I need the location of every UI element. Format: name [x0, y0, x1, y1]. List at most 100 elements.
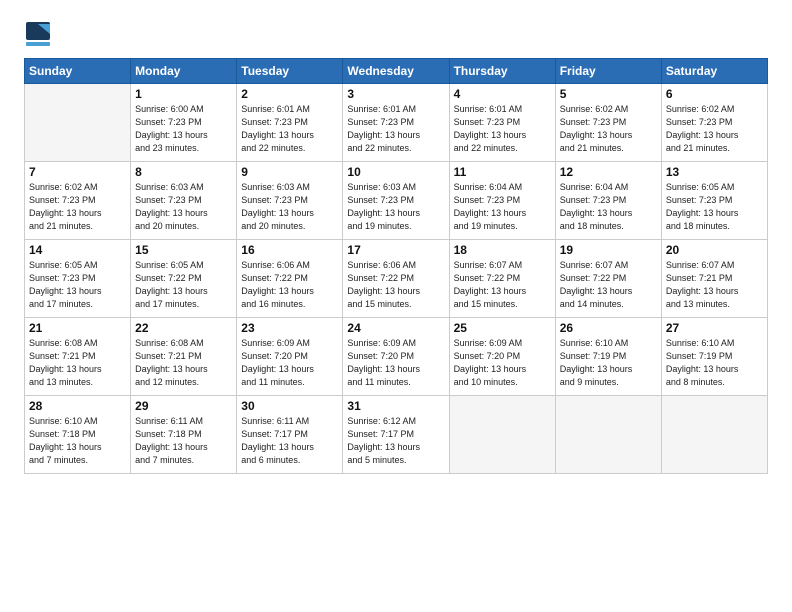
calendar-week-row: 21 Sunrise: 6:08 AM Sunset: 7:21 PM Dayli…: [25, 318, 768, 396]
day-number: 27: [666, 321, 763, 335]
calendar-cell: 27 Sunrise: 6:10 AM Sunset: 7:19 PM Dayli…: [661, 318, 767, 396]
day-number: 6: [666, 87, 763, 101]
day-number: 4: [454, 87, 551, 101]
day-number: 19: [560, 243, 657, 257]
weekday-header: Monday: [131, 59, 237, 84]
calendar-cell: [25, 84, 131, 162]
logo: [24, 20, 56, 48]
calendar-cell: 11 Sunrise: 6:04 AM Sunset: 7:23 PM Dayli…: [449, 162, 555, 240]
day-info: Sunrise: 6:09 AM Sunset: 7:20 PM Dayligh…: [454, 337, 551, 389]
day-info: Sunrise: 6:11 AM Sunset: 7:17 PM Dayligh…: [241, 415, 338, 467]
day-info: Sunrise: 6:08 AM Sunset: 7:21 PM Dayligh…: [29, 337, 126, 389]
calendar-week-row: 28 Sunrise: 6:10 AM Sunset: 7:18 PM Dayli…: [25, 396, 768, 474]
day-number: 18: [454, 243, 551, 257]
day-number: 21: [29, 321, 126, 335]
day-number: 24: [347, 321, 444, 335]
calendar-cell: 15 Sunrise: 6:05 AM Sunset: 7:22 PM Dayli…: [131, 240, 237, 318]
calendar-week-row: 1 Sunrise: 6:00 AM Sunset: 7:23 PM Daylig…: [25, 84, 768, 162]
day-info: Sunrise: 6:10 AM Sunset: 7:19 PM Dayligh…: [666, 337, 763, 389]
day-number: 28: [29, 399, 126, 413]
day-info: Sunrise: 6:03 AM Sunset: 7:23 PM Dayligh…: [135, 181, 232, 233]
day-number: 11: [454, 165, 551, 179]
calendar-cell: 25 Sunrise: 6:09 AM Sunset: 7:20 PM Dayli…: [449, 318, 555, 396]
day-number: 31: [347, 399, 444, 413]
weekday-header: Sunday: [25, 59, 131, 84]
day-info: Sunrise: 6:04 AM Sunset: 7:23 PM Dayligh…: [454, 181, 551, 233]
day-number: 26: [560, 321, 657, 335]
day-info: Sunrise: 6:04 AM Sunset: 7:23 PM Dayligh…: [560, 181, 657, 233]
calendar-cell: 18 Sunrise: 6:07 AM Sunset: 7:22 PM Dayli…: [449, 240, 555, 318]
day-info: Sunrise: 6:02 AM Sunset: 7:23 PM Dayligh…: [560, 103, 657, 155]
day-info: Sunrise: 6:10 AM Sunset: 7:18 PM Dayligh…: [29, 415, 126, 467]
day-number: 29: [135, 399, 232, 413]
day-info: Sunrise: 6:09 AM Sunset: 7:20 PM Dayligh…: [241, 337, 338, 389]
day-number: 15: [135, 243, 232, 257]
calendar-cell: 5 Sunrise: 6:02 AM Sunset: 7:23 PM Daylig…: [555, 84, 661, 162]
day-info: Sunrise: 6:07 AM Sunset: 7:22 PM Dayligh…: [454, 259, 551, 311]
page: SundayMondayTuesdayWednesdayThursdayFrid…: [0, 0, 792, 612]
calendar-cell: 17 Sunrise: 6:06 AM Sunset: 7:22 PM Dayli…: [343, 240, 449, 318]
day-info: Sunrise: 6:07 AM Sunset: 7:22 PM Dayligh…: [560, 259, 657, 311]
day-number: 14: [29, 243, 126, 257]
calendar-cell: 10Sunrise: 6:03 AM Sunset: 7:23 PM Dayli…: [343, 162, 449, 240]
header: [24, 20, 768, 48]
day-number: 3: [347, 87, 444, 101]
calendar-cell: 31 Sunrise: 6:12 AM Sunset: 7:17 PM Dayli…: [343, 396, 449, 474]
day-number: 12: [560, 165, 657, 179]
day-number: 8: [135, 165, 232, 179]
day-info: Sunrise: 6:02 AM Sunset: 7:23 PM Dayligh…: [666, 103, 763, 155]
day-number: 10: [347, 165, 444, 179]
day-number: 22: [135, 321, 232, 335]
day-info: Sunrise: 6:00 AM Sunset: 7:23 PM Dayligh…: [135, 103, 232, 155]
calendar-cell: 22Sunrise: 6:08 AM Sunset: 7:21 PM Dayli…: [131, 318, 237, 396]
day-info: Sunrise: 6:09 AM Sunset: 7:20 PM Dayligh…: [347, 337, 444, 389]
calendar-cell: 28 Sunrise: 6:10 AM Sunset: 7:18 PM Dayli…: [25, 396, 131, 474]
day-info: Sunrise: 6:05 AM Sunset: 7:22 PM Dayligh…: [135, 259, 232, 311]
calendar-cell: 12 Sunrise: 6:04 AM Sunset: 7:23 PM Dayli…: [555, 162, 661, 240]
day-number: 2: [241, 87, 338, 101]
day-info: Sunrise: 6:02 AM Sunset: 7:23 PM Dayligh…: [29, 181, 126, 233]
calendar-cell: 4Sunrise: 6:01 AM Sunset: 7:23 PM Daylig…: [449, 84, 555, 162]
calendar-cell: 6 Sunrise: 6:02 AM Sunset: 7:23 PM Daylig…: [661, 84, 767, 162]
day-number: 13: [666, 165, 763, 179]
calendar-cell: 29 Sunrise: 6:11 AM Sunset: 7:18 PM Dayli…: [131, 396, 237, 474]
day-number: 25: [454, 321, 551, 335]
calendar-cell: 30 Sunrise: 6:11 AM Sunset: 7:17 PM Dayli…: [237, 396, 343, 474]
day-info: Sunrise: 6:01 AM Sunset: 7:23 PM Dayligh…: [347, 103, 444, 155]
day-info: Sunrise: 6:06 AM Sunset: 7:22 PM Dayligh…: [241, 259, 338, 311]
calendar-cell: 7Sunrise: 6:02 AM Sunset: 7:23 PM Daylig…: [25, 162, 131, 240]
logo-icon: [24, 20, 52, 48]
calendar-cell: [661, 396, 767, 474]
calendar-cell: 3 Sunrise: 6:01 AM Sunset: 7:23 PM Daylig…: [343, 84, 449, 162]
calendar: SundayMondayTuesdayWednesdayThursdayFrid…: [24, 58, 768, 474]
calendar-cell: 1 Sunrise: 6:00 AM Sunset: 7:23 PM Daylig…: [131, 84, 237, 162]
calendar-cell: 14Sunrise: 6:05 AM Sunset: 7:23 PM Dayli…: [25, 240, 131, 318]
day-info: Sunrise: 6:07 AM Sunset: 7:21 PM Dayligh…: [666, 259, 763, 311]
day-number: 17: [347, 243, 444, 257]
calendar-cell: 26 Sunrise: 6:10 AM Sunset: 7:19 PM Dayli…: [555, 318, 661, 396]
weekday-header: Wednesday: [343, 59, 449, 84]
day-info: Sunrise: 6:06 AM Sunset: 7:22 PM Dayligh…: [347, 259, 444, 311]
calendar-cell: 21 Sunrise: 6:08 AM Sunset: 7:21 PM Dayli…: [25, 318, 131, 396]
calendar-cell: 13 Sunrise: 6:05 AM Sunset: 7:23 PM Dayli…: [661, 162, 767, 240]
calendar-cell: [449, 396, 555, 474]
calendar-week-row: 7Sunrise: 6:02 AM Sunset: 7:23 PM Daylig…: [25, 162, 768, 240]
day-info: Sunrise: 6:10 AM Sunset: 7:19 PM Dayligh…: [560, 337, 657, 389]
day-info: Sunrise: 6:01 AM Sunset: 7:23 PM Dayligh…: [241, 103, 338, 155]
day-number: 5: [560, 87, 657, 101]
weekday-header: Friday: [555, 59, 661, 84]
day-number: 30: [241, 399, 338, 413]
calendar-week-row: 14Sunrise: 6:05 AM Sunset: 7:23 PM Dayli…: [25, 240, 768, 318]
calendar-header: SundayMondayTuesdayWednesdayThursdayFrid…: [25, 59, 768, 84]
day-info: Sunrise: 6:11 AM Sunset: 7:18 PM Dayligh…: [135, 415, 232, 467]
calendar-cell: 2 Sunrise: 6:01 AM Sunset: 7:23 PM Daylig…: [237, 84, 343, 162]
calendar-cell: 19 Sunrise: 6:07 AM Sunset: 7:22 PM Dayli…: [555, 240, 661, 318]
day-info: Sunrise: 6:05 AM Sunset: 7:23 PM Dayligh…: [666, 181, 763, 233]
day-number: 1: [135, 87, 232, 101]
day-info: Sunrise: 6:12 AM Sunset: 7:17 PM Dayligh…: [347, 415, 444, 467]
day-number: 16: [241, 243, 338, 257]
calendar-cell: 16 Sunrise: 6:06 AM Sunset: 7:22 PM Dayli…: [237, 240, 343, 318]
calendar-cell: 9Sunrise: 6:03 AM Sunset: 7:23 PM Daylig…: [237, 162, 343, 240]
day-number: 20: [666, 243, 763, 257]
weekday-header: Saturday: [661, 59, 767, 84]
